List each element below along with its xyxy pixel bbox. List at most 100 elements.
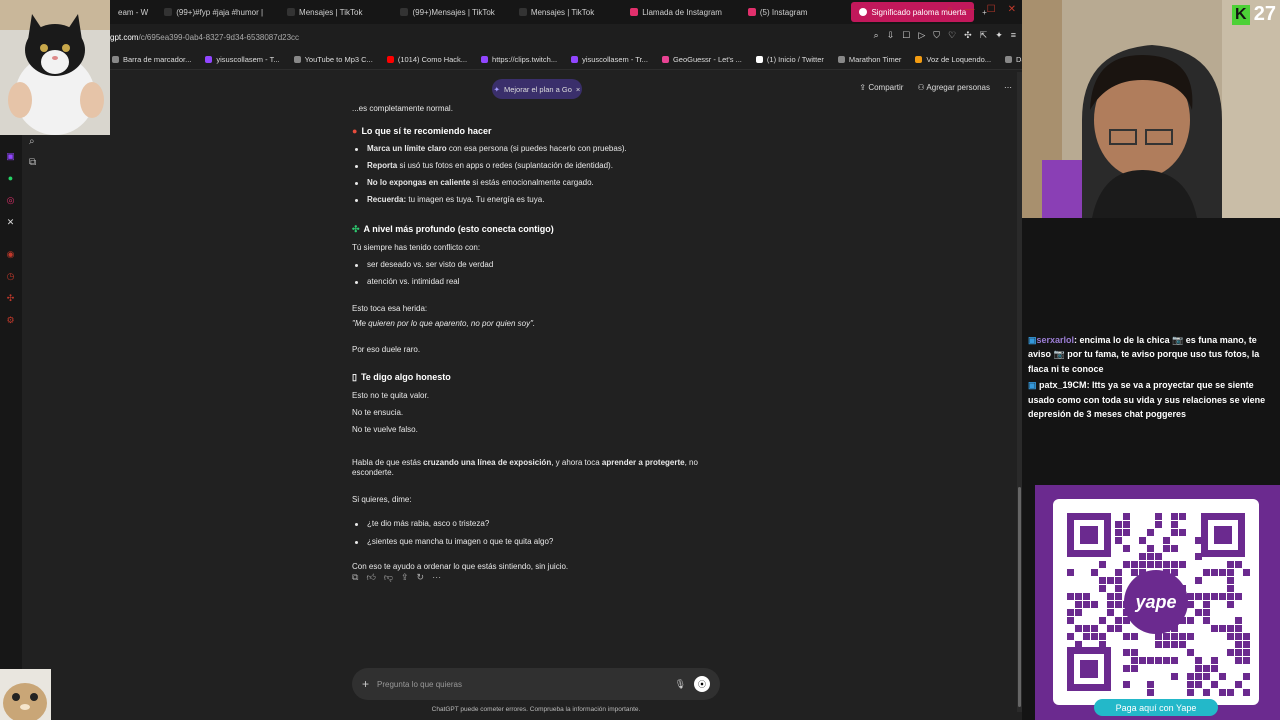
bookmark-item[interactable]: Marathon Timer	[837, 55, 901, 64]
bookmark-item[interactable]: (1014) Como Hack...	[386, 55, 467, 64]
play-icon[interactable]: ▷	[918, 30, 925, 41]
close-pill-icon[interactable]: ×	[576, 85, 580, 94]
whatsapp-icon[interactable]: ●	[5, 173, 16, 184]
download-icon[interactable]: ⇩	[887, 30, 895, 41]
tab-label: Llamada de Instagram	[642, 7, 722, 17]
tiktok-icon	[518, 8, 527, 16]
qr-module	[1203, 617, 1210, 624]
bookmark-icon[interactable]: ☐	[902, 30, 910, 41]
search-tabs-icon[interactable]: ⌕	[947, 4, 953, 15]
ai-icon[interactable]: ✦	[995, 30, 1003, 41]
qr-module	[1163, 561, 1170, 568]
bookmark-item[interactable]: yisuscollasem - Tr...	[571, 55, 648, 64]
tab-0[interactable]: eam - W	[110, 2, 156, 22]
bookmark-item[interactable]: yisuscollasem - T...	[205, 55, 280, 64]
qr-module	[1091, 633, 1098, 640]
qr-module	[1203, 689, 1210, 696]
shield-icon[interactable]: ⛉	[933, 30, 940, 41]
qr-module	[1099, 561, 1106, 568]
qr-module	[1131, 561, 1138, 568]
url-domain: gpt.com	[110, 32, 139, 42]
zoom-icon[interactable]: ⌕	[874, 30, 879, 41]
menu-icon[interactable]: ≡	[1011, 30, 1016, 41]
thumbs-down-icon[interactable]: 👎︎	[384, 572, 393, 583]
qr-module	[1187, 673, 1194, 680]
qr-module	[1107, 593, 1114, 600]
thumbs-up-icon[interactable]: 👍︎	[366, 572, 375, 583]
url-text[interactable]: gpt.com/c/695ea399-0ab4-8327-9d34-653808…	[110, 33, 299, 42]
qr-module	[1163, 633, 1170, 640]
bookmark-item[interactable]: Dandadan, Capítul...	[1005, 55, 1022, 64]
tab-label: (5) Instagram	[759, 7, 808, 17]
scrollbar-thumb[interactable]	[1018, 487, 1021, 707]
minimize-icon[interactable]: —	[965, 4, 975, 15]
bookmark-label: GeoGuessr - Let's ...	[672, 55, 742, 64]
regenerate-icon[interactable]: ↻	[417, 572, 425, 583]
twitch-icon[interactable]: ▣	[5, 151, 16, 162]
prompt-placeholder[interactable]: Pregunta lo que quieras	[377, 680, 667, 689]
qr-module	[1155, 561, 1162, 568]
chat-username: patx_19CM	[1039, 380, 1087, 391]
list-item-text: tu imagen es tuya. Tu energía es tuya.	[406, 194, 545, 204]
qr-module	[1187, 601, 1194, 608]
clock-icon[interactable]: ◷	[5, 271, 16, 282]
music-icon[interactable]: ◉	[5, 249, 16, 260]
maximize-icon[interactable]: ☐	[987, 4, 996, 15]
plus-icon[interactable]: +	[362, 677, 369, 691]
add-people-button[interactable]: ⚇ Agregar personas	[917, 83, 990, 92]
tab-1[interactable]: (99+)#fyp #jaja #humor |	[156, 2, 271, 22]
qr-module	[1163, 657, 1170, 664]
bookmark-item[interactable]: https://clips.twitch...	[481, 55, 557, 64]
x-icon[interactable]: ✕	[5, 217, 16, 228]
chat-header-actions: ⇪ Compartir ⚇ Agregar personas ⋯	[859, 83, 1012, 92]
intro-text: ...es completamente normal.	[352, 104, 453, 113]
qr-module	[1147, 529, 1154, 536]
share-label: Compartir	[868, 83, 904, 92]
more-icon[interactable]: ⋯	[432, 572, 441, 583]
qr-module	[1219, 625, 1226, 632]
heart-icon[interactable]: ♡	[948, 30, 956, 41]
share-button[interactable]: ⇪ Compartir	[859, 83, 903, 92]
voice-mode-button[interactable]: ⦿	[694, 676, 710, 692]
qr-module	[1195, 609, 1202, 616]
qr-module	[1083, 633, 1090, 640]
address-bar[interactable]: gpt.com/c/695ea399-0ab4-8327-9d34-653808…	[0, 24, 1022, 50]
section-heading: ● Lo que sí te recomiendo hacer	[352, 126, 732, 138]
qr-module	[1203, 673, 1210, 680]
bookmark-label: (1) Inicio / Twitter	[766, 55, 824, 64]
qr-module	[1107, 601, 1114, 608]
settings-icon[interactable]: ⚙	[5, 315, 16, 326]
tab-3[interactable]: (99+)Mensajes | TikTok	[392, 2, 502, 22]
share-icon[interactable]: ⇱	[980, 30, 988, 41]
qr-module	[1219, 569, 1226, 576]
bookmark-item[interactable]: Barra de marcador...	[112, 55, 191, 64]
bookmark-item[interactable]: YouTube to Mp3 C...	[293, 55, 373, 64]
library-icon[interactable]: ⧉	[29, 157, 36, 168]
extension-icon[interactable]: ✣	[964, 30, 972, 41]
more-options-icon[interactable]: ⋯	[1004, 83, 1012, 92]
yape-qr-code: yape	[1053, 499, 1259, 705]
microphone-icon[interactable]: 🎙︎	[675, 679, 686, 690]
stream-chat: ▣serxarlol: encima lo de la chica 📷 es f…	[1028, 333, 1276, 423]
puzzle-icon[interactable]: ✣	[5, 293, 16, 304]
quote: "Me quieren por lo que aparento, no por …	[352, 318, 536, 328]
prompt-input[interactable]: + Pregunta lo que quieras 🎙︎ ⦿	[352, 668, 720, 700]
close-icon[interactable]: ✕	[1008, 4, 1016, 15]
bookmark-item[interactable]: Voz de Loquendo...	[915, 55, 991, 64]
qr-module	[1075, 593, 1082, 600]
search-chats-icon[interactable]: ⌕	[29, 136, 35, 147]
qr-module	[1187, 681, 1194, 688]
upgrade-plan-pill[interactable]: ✦ Mejorar el plan a Go ×	[492, 79, 582, 99]
copy-icon[interactable]: ⧉	[352, 572, 358, 583]
qr-module	[1187, 633, 1194, 640]
qr-module	[1195, 681, 1202, 688]
share-icon[interactable]: ⇪	[401, 572, 409, 583]
tab-4[interactable]: Mensajes | TikTok	[511, 2, 602, 22]
bookmark-item[interactable]: (1) Inicio / Twitter	[755, 55, 824, 64]
tab-5[interactable]: Llamada de Instagram	[622, 2, 730, 22]
bookmark-item[interactable]: GeoGuessr - Let's ...	[661, 55, 742, 64]
list-item-bold: No lo expongas en caliente	[367, 177, 471, 187]
instagram-icon[interactable]: ◎	[5, 195, 16, 206]
tab-2[interactable]: Mensajes | TikTok	[279, 2, 370, 22]
tab-6[interactable]: (5) Instagram	[740, 2, 816, 22]
